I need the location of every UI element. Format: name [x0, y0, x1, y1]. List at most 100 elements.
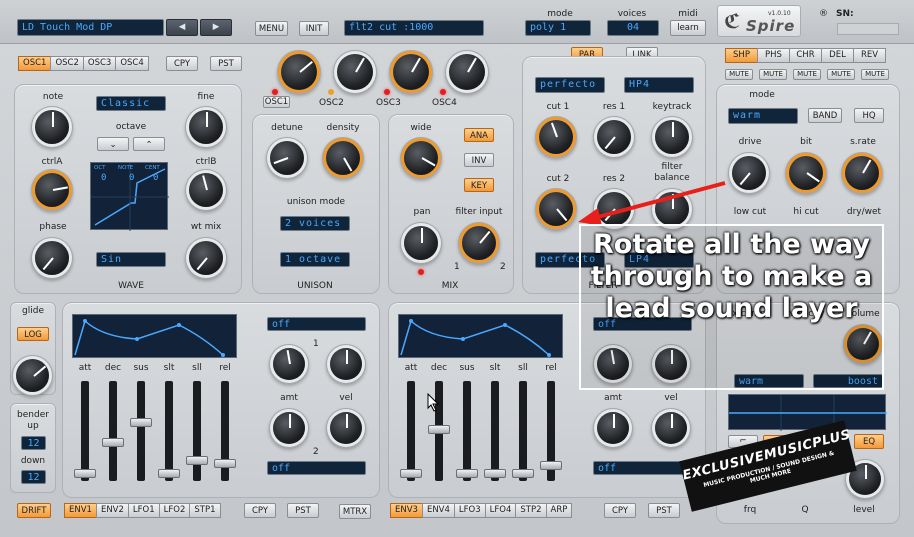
tab-osc4[interactable]: OSC4 [115, 56, 149, 71]
drive-knob[interactable] [732, 156, 766, 190]
bit-knob[interactable] [789, 156, 823, 190]
mod-b-copy-button[interactable]: CPY [604, 503, 636, 518]
filter1-mode-display[interactable]: HP4 [624, 77, 694, 93]
slider-rel-track[interactable] [214, 381, 236, 481]
pan-knob[interactable] [404, 226, 438, 260]
slider-sus-track[interactable] [456, 381, 478, 481]
mute-chr-button[interactable]: MUTE [793, 69, 821, 80]
tab-phs[interactable]: PHS [757, 48, 790, 63]
tab-lfo1[interactable]: LFO1 [127, 503, 160, 518]
mute-shp-button[interactable]: MUTE [725, 69, 753, 80]
cut1-knob[interactable] [539, 120, 573, 154]
ana-button[interactable]: ANA [464, 128, 494, 142]
tab-osc1[interactable]: OSC1 [18, 56, 52, 71]
res2-knob[interactable] [597, 192, 631, 226]
slider-att-handle[interactable] [74, 469, 96, 478]
osc-mode-display[interactable]: Classic [96, 96, 166, 111]
srate-knob[interactable] [845, 156, 879, 190]
key-button[interactable]: KEY [464, 178, 494, 192]
note-knob[interactable] [35, 110, 69, 144]
keytrack-knob[interactable] [655, 120, 689, 154]
slider-sus-track[interactable] [130, 381, 152, 481]
wide-knob[interactable] [404, 141, 438, 175]
slider-sll-handle[interactable] [186, 456, 208, 465]
env-a-amt1-knob[interactable] [273, 348, 305, 380]
preset-next-button[interactable]: ▶ [200, 19, 232, 36]
ctrlB-knob[interactable] [189, 173, 223, 207]
filter-input-knob[interactable] [462, 226, 496, 260]
tab-env3[interactable]: ENV3 [390, 503, 423, 518]
osc2-level-knob[interactable] [337, 54, 373, 90]
slider-att-handle[interactable] [400, 469, 422, 478]
density-knob[interactable] [326, 141, 360, 175]
osc4-level-knob[interactable] [449, 54, 485, 90]
env-a-amt2-knob[interactable] [273, 412, 305, 444]
mod-b-paste-button[interactable]: PST [648, 503, 680, 518]
glide-log-button[interactable]: LOG [17, 327, 49, 341]
slider-att-track[interactable] [400, 381, 422, 481]
inv-button[interactable]: INV [464, 153, 494, 167]
fx-mode-display[interactable]: warm [728, 108, 798, 124]
env-a-dest1-display[interactable]: off [267, 317, 366, 331]
slider-att-track[interactable] [74, 381, 96, 481]
eq-button[interactable]: EQ [854, 434, 884, 449]
tab-rev[interactable]: REV [853, 48, 886, 63]
env-b-vel2-knob[interactable] [655, 412, 687, 444]
slider-rel-handle[interactable] [540, 461, 562, 470]
tab-lfo2[interactable]: LFO2 [158, 503, 191, 518]
filter1-type-display[interactable]: perfecto [535, 77, 605, 93]
osc-copy-button[interactable]: CPY [166, 56, 198, 71]
wave-type-display[interactable]: Sin [96, 252, 166, 267]
tab-osc2[interactable]: OSC2 [50, 56, 84, 71]
preset-prev-button[interactable]: ◀ [166, 19, 198, 36]
midi-learn-button[interactable]: learn [670, 20, 706, 36]
osc3-level-knob[interactable] [393, 54, 429, 90]
slider-sll-handle[interactable] [512, 469, 534, 478]
band-button[interactable]: BAND [808, 108, 842, 123]
mute-rev-button[interactable]: MUTE [861, 69, 889, 80]
init-button[interactable]: INIT [299, 21, 329, 36]
hq-button[interactable]: HQ [854, 108, 884, 123]
mute-del-button[interactable]: MUTE [827, 69, 855, 80]
mod-a-paste-button[interactable]: PST [287, 503, 319, 518]
env-a-dest2-display[interactable]: off [267, 461, 366, 475]
bender-up-display[interactable]: 12 [21, 436, 46, 450]
osc1-level-knob[interactable] [281, 54, 317, 90]
detune-knob[interactable] [270, 141, 304, 175]
slider-dec-track[interactable] [102, 381, 124, 481]
phase-knob[interactable] [35, 241, 69, 275]
slider-slt-track[interactable] [484, 381, 506, 481]
tab-stp1[interactable]: STP1 [189, 503, 221, 518]
tab-arp[interactable]: ARP [545, 503, 573, 518]
unison-voices-display[interactable]: 2 voices [280, 216, 350, 231]
slider-sus-handle[interactable] [130, 418, 152, 427]
env-b-amt2-knob[interactable] [597, 412, 629, 444]
glide-knob[interactable] [16, 359, 49, 392]
mod-a-copy-button[interactable]: CPY [244, 503, 276, 518]
mute-phs-button[interactable]: MUTE [759, 69, 787, 80]
slider-dec-handle[interactable] [102, 438, 124, 447]
slider-slt-handle[interactable] [484, 469, 506, 478]
tab-env2[interactable]: ENV2 [95, 503, 129, 518]
octave-up-button[interactable]: ⌃ [133, 137, 165, 151]
slider-slt-handle[interactable] [158, 469, 180, 478]
octave-down-button[interactable]: ⌄ [97, 137, 129, 151]
mode-display[interactable]: poly 1 [525, 20, 591, 36]
tab-shp[interactable]: SHP [725, 48, 758, 63]
slider-sus-handle[interactable] [456, 469, 478, 478]
matrix-button[interactable]: MTRX [339, 504, 371, 519]
res1-knob[interactable] [597, 120, 631, 154]
env-a-vel1-knob[interactable] [330, 348, 362, 380]
osc-paste-button[interactable]: PST [210, 56, 242, 71]
preset-name-display[interactable]: LD Touch Mod DP [17, 19, 164, 36]
drift-button[interactable]: DRIFT [17, 503, 51, 518]
slider-rel-track[interactable] [540, 381, 562, 481]
tab-lfo3[interactable]: LFO3 [453, 503, 486, 518]
bender-down-display[interactable]: 12 [21, 470, 46, 484]
slider-sll-track[interactable] [186, 381, 208, 481]
menu-button[interactable]: MENU [255, 21, 288, 36]
tab-osc3[interactable]: OSC3 [82, 56, 117, 71]
fine-knob[interactable] [189, 110, 223, 144]
tab-env1[interactable]: ENV1 [64, 503, 97, 518]
tab-chr[interactable]: CHR [789, 48, 822, 63]
